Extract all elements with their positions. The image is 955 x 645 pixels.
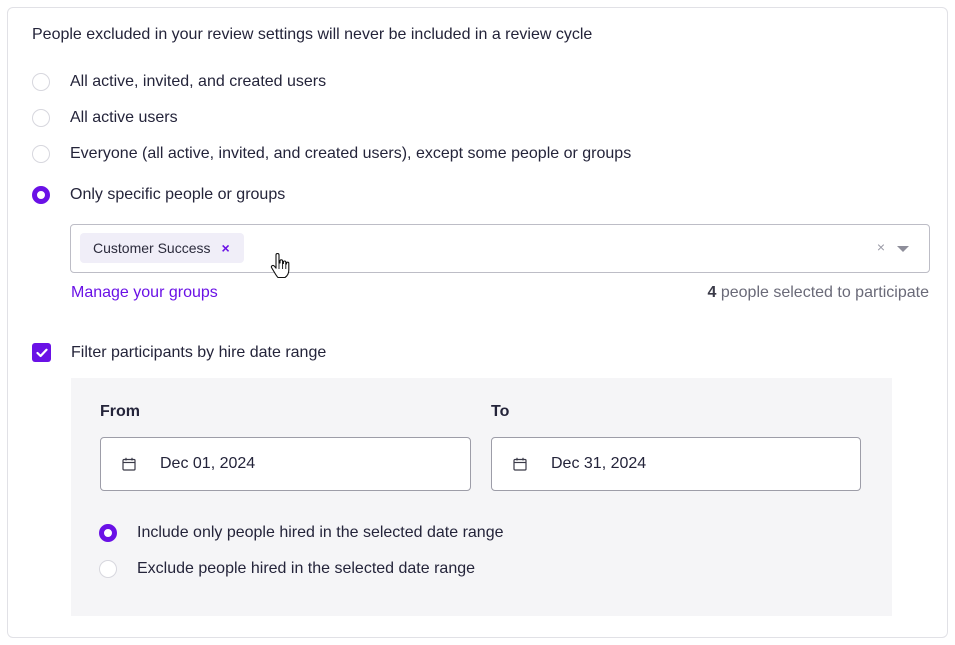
selected-count-number: 4 [707, 284, 717, 301]
option-label: Only specific people or groups [70, 186, 286, 203]
option-everyone-except[interactable]: Everyone (all active, invited, and creat… [32, 145, 631, 163]
option-label: All active users [70, 109, 178, 126]
group-chip-label: Customer Success [93, 240, 211, 256]
radio-button[interactable] [32, 109, 50, 127]
option-all-active-invited-created[interactable]: All active, invited, and created users [32, 73, 326, 91]
to-date-value: Dec 31, 2024 [551, 455, 647, 472]
to-label: To [491, 403, 510, 420]
radio-button[interactable] [99, 560, 117, 578]
selected-count: 4 people selected to participate [708, 284, 930, 302]
hire-date-panel: From To Dec 01, 2024 Dec 31, 2024 Includ… [71, 378, 892, 616]
selected-count-text: people selected to participate [720, 284, 929, 301]
option-include-hired-in-range[interactable]: Include only people hired in the selecte… [99, 524, 503, 542]
option-label: Exclude people hired in the selected dat… [137, 560, 476, 577]
from-date-input[interactable]: Dec 01, 2024 [100, 437, 471, 491]
clear-selection-icon[interactable]: × [877, 239, 885, 255]
option-all-active[interactable]: All active users [32, 109, 178, 127]
option-label: Include only people hired in the selecte… [137, 524, 504, 541]
hire-date-filter-toggle[interactable]: Filter participants by hire date range [32, 343, 326, 362]
group-multiselect[interactable]: Customer Success × × [70, 224, 930, 273]
option-exclude-hired-in-range[interactable]: Exclude people hired in the selected dat… [99, 560, 475, 578]
chevron-down-icon[interactable] [897, 246, 909, 252]
hire-date-filter-label: Filter participants by hire date range [71, 343, 327, 361]
manage-groups-link[interactable]: Manage your groups [71, 284, 218, 302]
radio-button[interactable] [32, 73, 50, 91]
option-label: All active, invited, and created users [70, 73, 327, 90]
radio-button-selected[interactable] [99, 524, 117, 542]
group-chip: Customer Success × [80, 233, 244, 263]
radio-button-selected[interactable] [32, 186, 50, 204]
pointer-cursor-icon [270, 253, 290, 279]
checkmark-icon [35, 348, 48, 357]
remove-chip-icon[interactable]: × [221, 240, 229, 256]
from-label: From [100, 403, 140, 420]
exclusion-note: People excluded in your review settings … [32, 26, 593, 43]
calendar-icon [122, 457, 136, 471]
to-date-input[interactable]: Dec 31, 2024 [491, 437, 861, 491]
calendar-icon [513, 457, 527, 471]
option-label: Everyone (all active, invited, and creat… [70, 145, 632, 162]
review-participants-card: People excluded in your review settings … [7, 7, 948, 638]
checkbox-checked[interactable] [32, 343, 51, 362]
from-date-value: Dec 01, 2024 [160, 455, 256, 472]
radio-button[interactable] [32, 145, 50, 163]
option-specific-people-groups[interactable]: Only specific people or groups [32, 186, 285, 204]
